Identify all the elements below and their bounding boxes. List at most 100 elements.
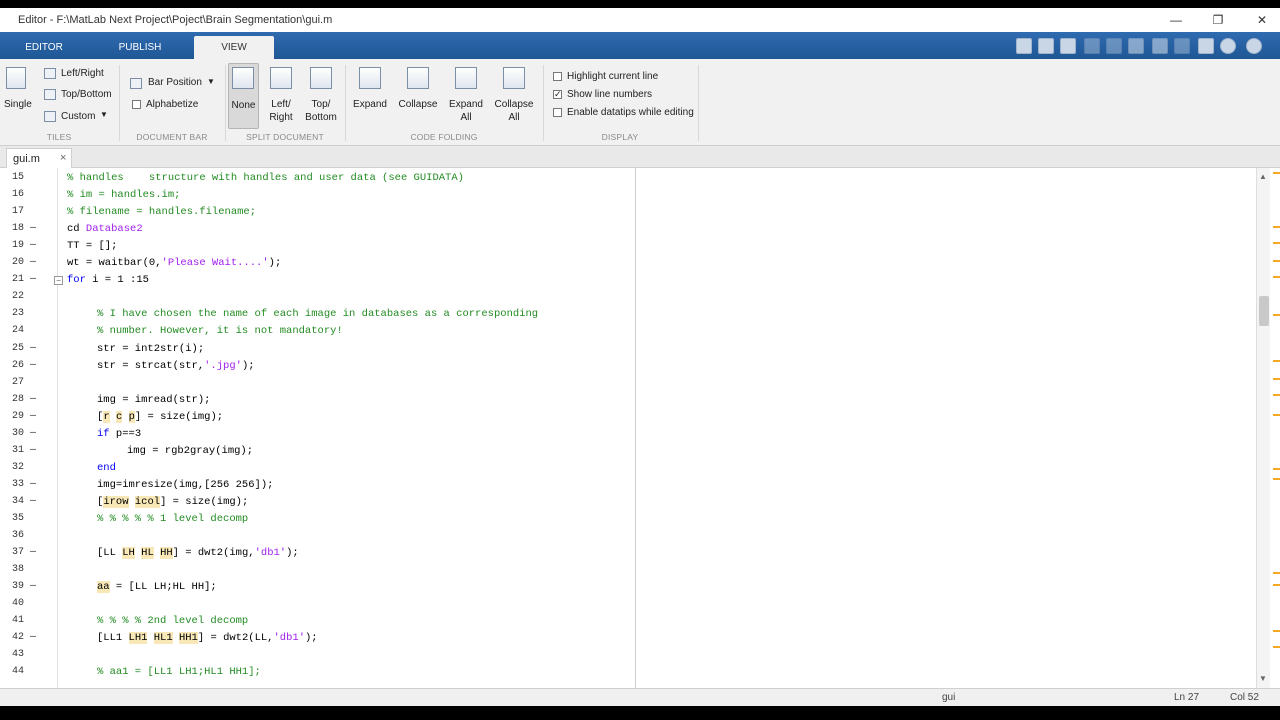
expand-all-icon[interactable] bbox=[455, 67, 477, 89]
warning-marker[interactable] bbox=[1273, 260, 1280, 262]
custom-dropdown-icon[interactable]: ▼ bbox=[100, 110, 108, 119]
code-line[interactable]: TT = []; bbox=[67, 240, 117, 252]
code-line[interactable]: [LL1 LH1 HL1 HH1] = dwt2(LL,'db1'); bbox=[97, 632, 318, 645]
copy-icon[interactable] bbox=[1106, 38, 1122, 54]
breakpoint-dash[interactable]: — bbox=[30, 257, 36, 268]
analyzer-status-marker[interactable] bbox=[1273, 172, 1280, 174]
breakpoint-dash[interactable]: — bbox=[30, 445, 36, 456]
tiles-left-right-button[interactable]: Left/Right bbox=[61, 68, 104, 79]
collapse-all-button[interactable]: Collapse All bbox=[490, 98, 538, 124]
split-top-bottom-icon[interactable] bbox=[310, 67, 332, 89]
code-line[interactable]: for i = 1 :15 bbox=[67, 274, 149, 286]
split-none-icon[interactable] bbox=[232, 67, 254, 89]
breakpoint-dash[interactable]: — bbox=[30, 394, 36, 405]
code-line[interactable]: % % % % % 1 level decomp bbox=[97, 513, 248, 525]
breakpoint-dash[interactable]: — bbox=[30, 479, 36, 490]
breakpoint-dash[interactable]: — bbox=[30, 428, 36, 439]
new-file-icon[interactable] bbox=[1038, 38, 1054, 54]
split-left-right-icon[interactable] bbox=[270, 67, 292, 89]
code-line[interactable]: % handles structure with handles and use… bbox=[67, 172, 464, 184]
breakpoint-dash[interactable]: — bbox=[30, 240, 36, 251]
bar-position-dropdown[interactable]: Bar Position bbox=[148, 77, 202, 88]
bar-position-chevron-icon[interactable]: ▼ bbox=[207, 77, 215, 86]
code-line[interactable]: % aa1 = [LL1 LH1;HL1 HH1]; bbox=[97, 666, 261, 678]
tab-publish[interactable]: PUBLISH bbox=[100, 36, 180, 59]
alphabetize-checkbox[interactable] bbox=[132, 100, 141, 109]
breakpoint-dash[interactable]: — bbox=[30, 274, 36, 285]
close-tab-icon[interactable]: × bbox=[60, 152, 66, 164]
breakpoint-dash[interactable]: — bbox=[30, 411, 36, 422]
warning-marker[interactable] bbox=[1273, 630, 1280, 632]
document-tab-gui[interactable]: gui.m × bbox=[6, 148, 72, 168]
code-line[interactable]: % I have chosen the name of each image i… bbox=[97, 308, 538, 320]
warning-marker[interactable] bbox=[1273, 226, 1280, 228]
split-none-button[interactable]: None bbox=[228, 99, 259, 112]
fold-toggle-icon[interactable]: − bbox=[54, 276, 63, 286]
code-line[interactable]: if p==3 bbox=[97, 428, 141, 440]
options-icon[interactable] bbox=[1246, 38, 1262, 54]
code-line[interactable]: % number. However, it is not mandatory! bbox=[97, 325, 343, 337]
expand-button[interactable]: Expand bbox=[348, 98, 392, 111]
cut-icon[interactable] bbox=[1084, 38, 1100, 54]
code-line[interactable]: [LL LH HL HH] = dwt2(img,'db1'); bbox=[97, 547, 299, 560]
highlight-line-checkbox[interactable] bbox=[553, 72, 562, 81]
warning-marker[interactable] bbox=[1273, 378, 1280, 380]
breakpoint-dash[interactable]: — bbox=[30, 632, 36, 643]
code-editor[interactable]: 15 16 17 18 — 19 — 20 — 21 — − 22 23 24 25 — 26 — 27 28 — 29 — 3… bbox=[0, 168, 1256, 688]
warning-marker[interactable] bbox=[1273, 468, 1280, 470]
collapse-button[interactable]: Collapse bbox=[394, 98, 442, 111]
warning-marker[interactable] bbox=[1273, 276, 1280, 278]
save-icon[interactable] bbox=[1060, 38, 1076, 54]
code-line[interactable]: str = strcat(str,'.jpg'); bbox=[97, 360, 255, 372]
show-line-numbers-checkbox[interactable]: ✓ bbox=[553, 90, 562, 99]
code-line[interactable]: aa = [LL LH;HL HH]; bbox=[97, 581, 217, 594]
vertical-scrollbar[interactable]: ▲ ▼ bbox=[1256, 168, 1270, 688]
expand-all-button[interactable]: Expand All bbox=[442, 98, 490, 124]
code-line[interactable]: % im = handles.im; bbox=[67, 189, 180, 201]
code-line[interactable]: str = int2str(i); bbox=[97, 343, 204, 355]
warning-marker[interactable] bbox=[1273, 478, 1280, 480]
code-line[interactable]: img = rgb2gray(img); bbox=[127, 445, 253, 457]
tab-editor[interactable]: EDITOR bbox=[4, 36, 84, 59]
tiles-top-bottom-button[interactable]: Top/Bottom bbox=[61, 89, 112, 100]
switch-windows-icon[interactable] bbox=[1198, 38, 1214, 54]
tiles-single-button[interactable]: Single bbox=[4, 99, 32, 110]
code-line[interactable]: [r c p] = size(img); bbox=[97, 410, 223, 423]
collapse-icon[interactable] bbox=[407, 67, 429, 89]
warning-marker[interactable] bbox=[1273, 414, 1280, 416]
layout-icon[interactable] bbox=[1016, 38, 1032, 54]
code-line[interactable]: % filename = handles.filename; bbox=[67, 206, 256, 218]
split-top-bottom-button[interactable]: Top/ Bottom bbox=[300, 98, 342, 124]
help-icon[interactable] bbox=[1220, 38, 1236, 54]
restore-button[interactable]: ❐ bbox=[1196, 8, 1240, 32]
code-line[interactable]: wt = waitbar(0,'Please Wait....'); bbox=[67, 257, 281, 269]
tiles-custom-button[interactable]: Custom bbox=[61, 111, 95, 122]
code-line[interactable]: img = imread(str); bbox=[97, 394, 210, 406]
tab-view[interactable]: VIEW bbox=[194, 36, 274, 59]
code-line[interactable]: img=imresize(img,[256 256]); bbox=[97, 479, 273, 491]
scrollbar-thumb[interactable] bbox=[1259, 296, 1269, 326]
warning-marker[interactable] bbox=[1273, 360, 1280, 362]
warning-marker[interactable] bbox=[1273, 646, 1280, 648]
breakpoint-dash[interactable]: — bbox=[30, 360, 36, 371]
code-line[interactable]: cd Database2 bbox=[67, 223, 143, 235]
scroll-up-icon[interactable]: ▲ bbox=[1259, 172, 1267, 181]
split-left-right-button[interactable]: Left/ Right bbox=[262, 98, 300, 124]
code-line[interactable]: end bbox=[97, 462, 116, 474]
scroll-down-icon[interactable]: ▼ bbox=[1259, 674, 1267, 683]
close-window-button[interactable]: ✕ bbox=[1240, 8, 1280, 32]
warning-marker[interactable] bbox=[1273, 242, 1280, 244]
warning-marker[interactable] bbox=[1273, 572, 1280, 574]
enable-datatips-checkbox[interactable] bbox=[553, 108, 562, 117]
single-tile-icon[interactable] bbox=[6, 67, 26, 89]
warning-marker[interactable] bbox=[1273, 584, 1280, 586]
breakpoint-dash[interactable]: — bbox=[30, 581, 36, 592]
redo-icon[interactable] bbox=[1174, 38, 1190, 54]
warning-marker[interactable] bbox=[1273, 314, 1280, 316]
breakpoint-dash[interactable]: — bbox=[30, 547, 36, 558]
breakpoint-dash[interactable]: — bbox=[30, 496, 36, 507]
paste-icon[interactable] bbox=[1128, 38, 1144, 54]
warning-marker[interactable] bbox=[1273, 394, 1280, 396]
code-line[interactable]: % % % % 2nd level decomp bbox=[97, 615, 248, 627]
expand-icon[interactable] bbox=[359, 67, 381, 89]
